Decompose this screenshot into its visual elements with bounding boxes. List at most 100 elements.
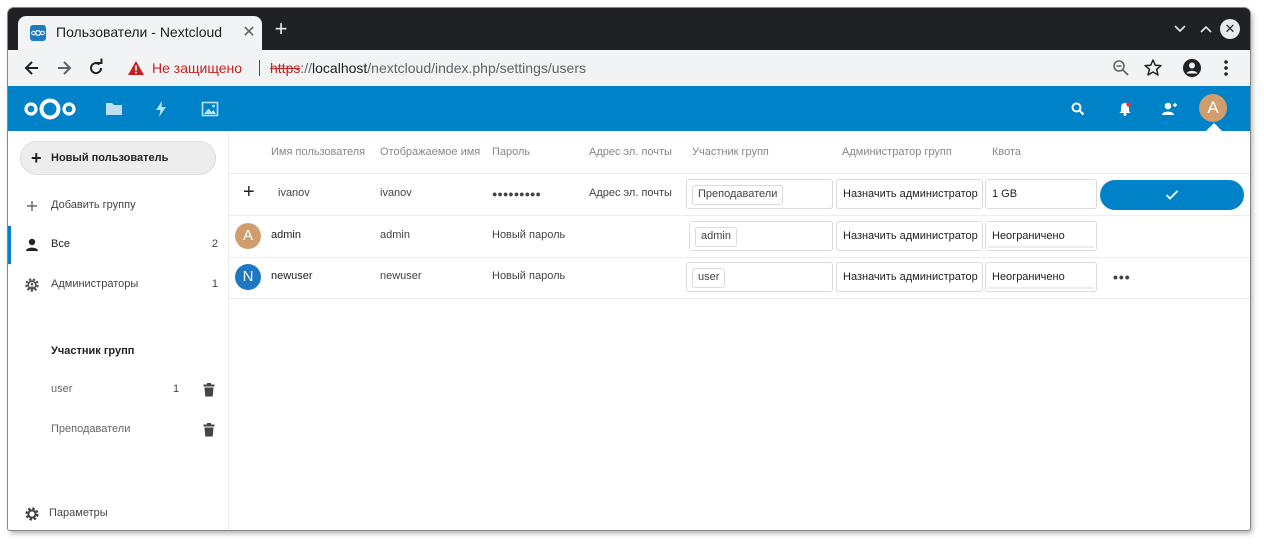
new-display-name-input[interactable]: ivanov <box>380 187 412 199</box>
subadmin-select[interactable]: Назначить администратор <box>836 262 983 292</box>
user-avatar[interactable]: A <box>1199 94 1227 122</box>
notifications-bell-icon[interactable] <box>1115 99 1135 119</box>
chevron-up-icon[interactable] <box>1200 20 1212 36</box>
add-icon <box>24 198 40 214</box>
group-name: Преподаватели <box>51 423 131 435</box>
more-actions-icon[interactable]: ••• <box>1113 269 1131 285</box>
warning-icon <box>128 61 144 80</box>
nextcloud-header: A <box>8 86 1250 131</box>
admins-label: Администраторы <box>51 278 139 290</box>
gear-icon <box>24 506 40 527</box>
address-bar[interactable]: Не защищено https://localhost/nextcloud/… <box>116 54 1196 82</box>
password-field[interactable]: Новый пароль <box>492 270 565 282</box>
quota-progress <box>988 246 1094 248</box>
column-username: Имя пользователя <box>271 146 366 158</box>
column-subadmin: Администратор групп <box>842 146 952 158</box>
new-email-input[interactable]: Адрес эл. почты <box>589 187 672 199</box>
new-groups-select[interactable]: Преподаватели <box>686 179 833 209</box>
group-count: 1 <box>173 383 180 395</box>
trash-icon[interactable] <box>203 383 215 402</box>
username: admin <box>271 229 301 241</box>
username: newuser <box>271 270 313 282</box>
column-display-name: Отображаемое имя <box>380 146 481 158</box>
users-page: + Новый пользователь Добавить группу Все… <box>8 131 1250 530</box>
insecure-label[interactable]: Не защищено <box>152 60 242 76</box>
add-group-item[interactable]: Добавить группу <box>8 187 228 225</box>
groups-select[interactable]: admin <box>689 221 833 251</box>
avatar: N <box>235 264 261 290</box>
quota-select[interactable]: Неограничено <box>985 262 1097 292</box>
sidebar-item-group-teachers[interactable]: Преподаватели <box>8 411 228 449</box>
zoom-icon[interactable] <box>1111 58 1131 78</box>
window-close-icon[interactable]: ✕ <box>1220 19 1240 39</box>
reload-icon[interactable] <box>86 58 106 78</box>
tab-title: Пользователи - Nextcloud <box>56 24 223 40</box>
sidebar-item-group-user[interactable]: user 1 <box>8 371 228 409</box>
url-separator: :// <box>300 60 313 76</box>
new-user-button[interactable]: + Новый пользователь <box>20 141 216 175</box>
new-password-input[interactable]: ●●●●●●●●● <box>492 189 541 199</box>
user-icon <box>24 237 40 253</box>
groups-select[interactable]: user <box>686 262 833 292</box>
nextcloud-logo-icon[interactable] <box>23 96 77 127</box>
gallery-image-icon[interactable] <box>200 99 220 119</box>
sidebar-item-admins[interactable]: Администраторы 1 <box>8 266 228 304</box>
everyone-label: Все <box>51 238 70 250</box>
plus-icon: + <box>31 148 42 168</box>
profile-icon[interactable] <box>1182 58 1202 78</box>
url-scheme: https <box>270 60 301 76</box>
everyone-count: 2 <box>211 238 218 250</box>
sidebar-item-everyone[interactable]: Все 2 <box>8 226 228 264</box>
chevron-down-icon[interactable] <box>1174 20 1186 36</box>
user-list-header: Имя пользователя Отображаемое имя Пароль… <box>229 131 1250 174</box>
new-username-input[interactable]: ivanov <box>278 187 310 199</box>
files-folder-icon[interactable] <box>104 99 124 119</box>
search-icon[interactable] <box>1068 99 1088 119</box>
quota-value: Неограничено <box>992 230 1065 242</box>
column-groups: Участник групп <box>692 146 769 158</box>
contacts-icon[interactable] <box>1159 99 1179 119</box>
group-chip: user <box>692 268 726 288</box>
subadmin-select[interactable]: Назначить администратор <box>836 221 983 251</box>
forward-arrow-icon[interactable] <box>54 58 74 78</box>
quota-value: Неограничено <box>992 271 1065 283</box>
new-tab-button[interactable]: + <box>270 18 292 40</box>
menu-kebab-icon[interactable] <box>1216 58 1236 78</box>
display-name[interactable]: admin <box>380 229 410 241</box>
table-row: N newuser newuser Новый пароль user Назн… <box>229 257 1250 299</box>
user-list: Имя пользователя Отображаемое имя Пароль… <box>229 131 1250 530</box>
confirm-new-user-button[interactable] <box>1100 180 1244 210</box>
menu-caret <box>1206 123 1222 131</box>
url-host: localhost <box>312 60 368 76</box>
new-subadmin-select[interactable]: Назначить администратор <box>836 179 983 209</box>
nextcloud-favicon-icon <box>30 25 46 41</box>
browser-toolbar: Не защищено https://localhost/nextcloud/… <box>8 50 1250 87</box>
subadmin-placeholder: Назначить администратор <box>843 230 978 242</box>
tab-strip: Пользователи - Nextcloud ✕ + ✕ <box>8 8 1250 50</box>
activity-bolt-icon[interactable] <box>151 99 171 119</box>
omnibox-divider <box>259 60 260 76</box>
admin-gear-icon <box>24 277 40 293</box>
admins-count: 1 <box>211 278 218 290</box>
settings-label: Параметры <box>49 507 108 519</box>
group-chip: Преподаватели <box>692 185 784 205</box>
bookmark-star-icon[interactable] <box>1143 58 1163 78</box>
quota-value: 1 GB <box>992 188 1018 200</box>
url-path: /nextcloud/index.php/settings/users <box>367 60 586 76</box>
group-name: user <box>51 383 73 395</box>
new-quota-select[interactable]: 1 GB <box>985 179 1097 209</box>
table-row: A admin admin Новый пароль admin Назначи… <box>229 216 1250 258</box>
add-group-label: Добавить группу <box>51 199 136 211</box>
back-arrow-icon[interactable] <box>22 58 42 78</box>
settings-button[interactable]: Параметры <box>8 499 228 529</box>
display-name[interactable]: newuser <box>380 270 422 282</box>
url-text[interactable]: https://localhost/nextcloud/index.php/se… <box>270 60 586 76</box>
active-indicator <box>8 226 11 264</box>
quota-select[interactable]: Неограничено <box>985 221 1097 251</box>
browser-window: Пользователи - Nextcloud ✕ + ✕ Не защище… <box>8 8 1250 530</box>
column-email: Адрес эл. почты <box>589 146 672 158</box>
password-field[interactable]: Новый пароль <box>492 229 565 241</box>
trash-icon[interactable] <box>203 423 215 442</box>
browser-tab[interactable]: Пользователи - Nextcloud ✕ <box>18 16 262 50</box>
tab-close-icon[interactable]: ✕ <box>240 22 258 42</box>
